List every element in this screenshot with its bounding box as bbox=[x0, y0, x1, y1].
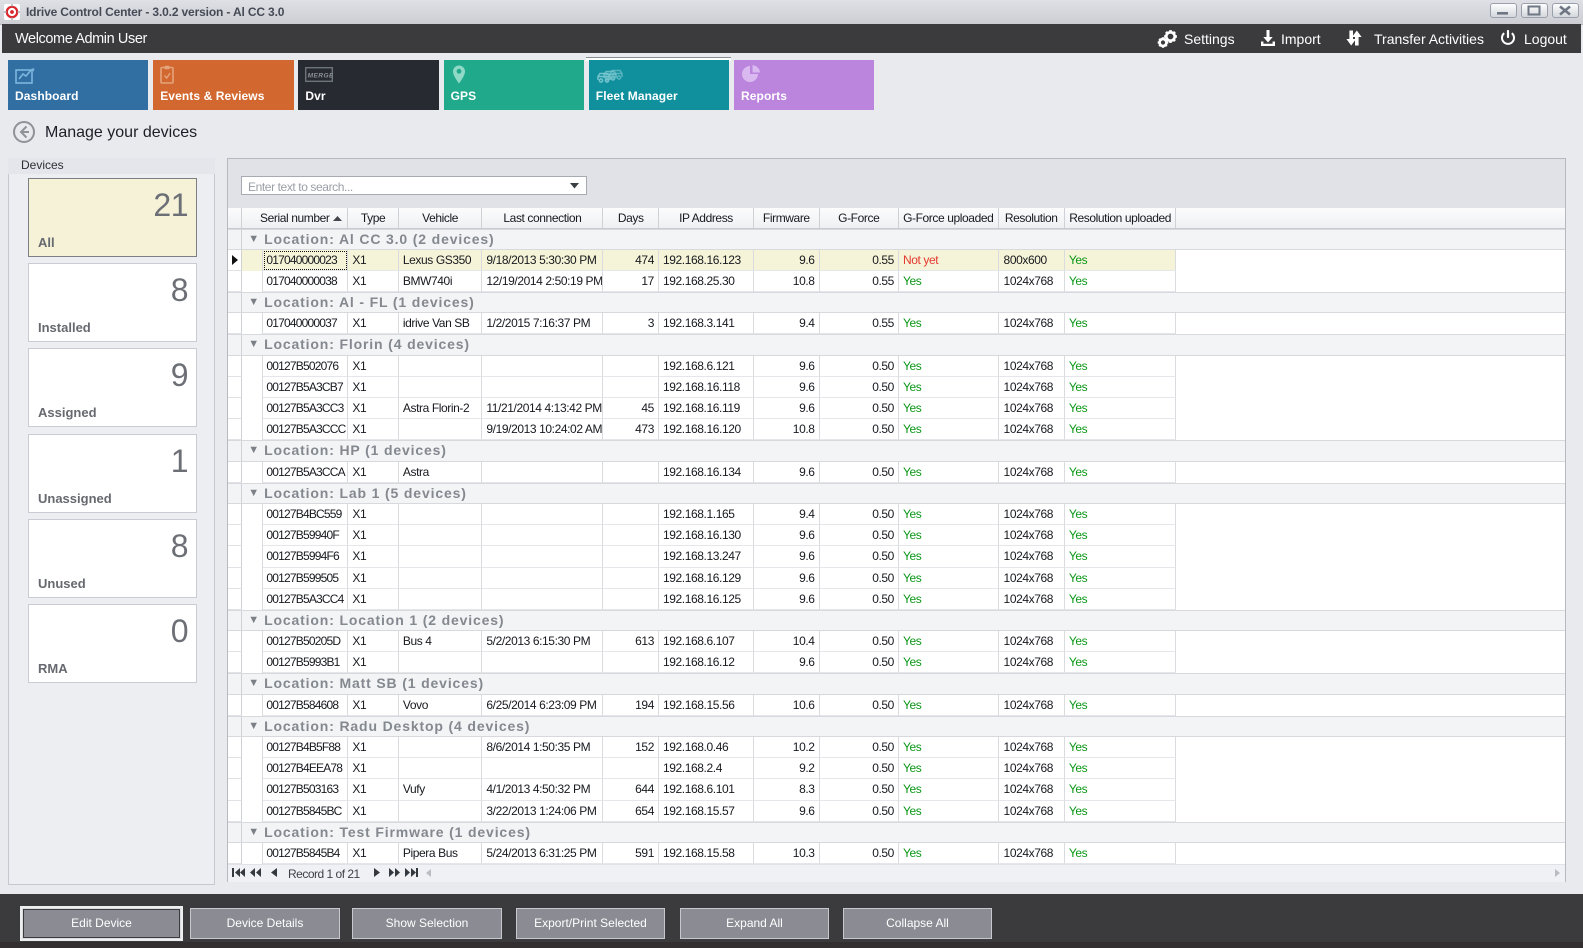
svg-text:MERGE: MERGE bbox=[308, 73, 333, 80]
